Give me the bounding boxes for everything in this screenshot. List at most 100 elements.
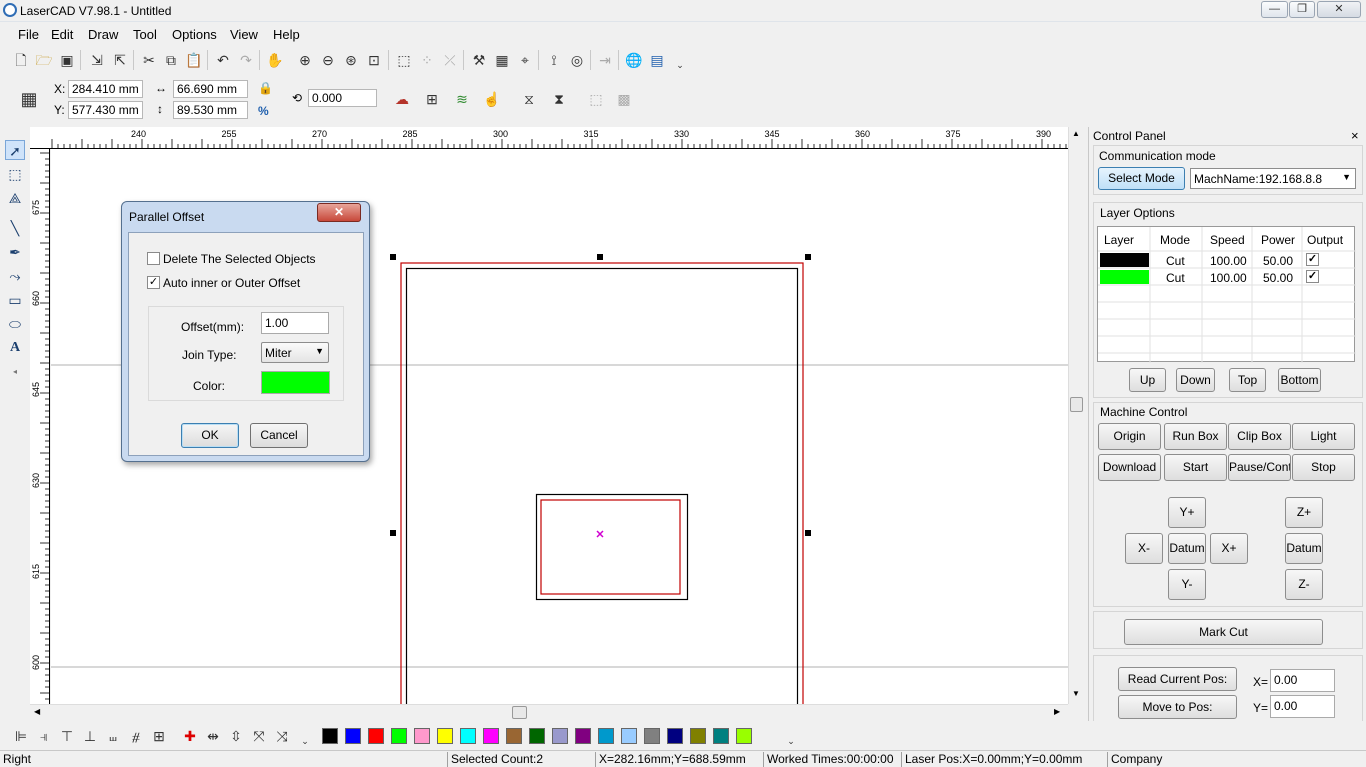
jog-z-minus-button[interactable]: Z- <box>1285 569 1323 600</box>
palette-more-icon[interactable]: ⌄ <box>782 732 800 750</box>
start-button[interactable]: Start <box>1164 454 1227 481</box>
rotate-angle-field[interactable]: 0.000 <box>308 89 377 107</box>
outer-rectangle[interactable] <box>405 267 799 705</box>
redo-icon[interactable]: ↷ <box>237 51 255 69</box>
laser-output-icon[interactable]: ⇥ <box>596 51 614 69</box>
jog-y-minus-button[interactable]: Y- <box>1168 569 1206 600</box>
palette-swatch[interactable] <box>621 728 637 744</box>
offset-input[interactable]: 1.00 <box>261 312 329 334</box>
export-icon[interactable]: ⇱ <box>111 51 129 69</box>
layers-icon[interactable]: ≋ <box>453 90 471 108</box>
layer-up-button[interactable]: Up <box>1129 368 1166 392</box>
align-center-h-icon[interactable]: ⧣ <box>127 727 145 745</box>
offset-color-swatch[interactable] <box>261 371 330 394</box>
distribute-icon[interactable]: ⤨ <box>273 727 291 745</box>
x-pos-input[interactable]: 0.00 <box>1270 669 1335 692</box>
horizontal-scroll-thumb[interactable] <box>512 706 527 719</box>
percent-toggle[interactable]: % <box>258 104 269 118</box>
inner-rectangle[interactable] <box>535 493 689 601</box>
width-field[interactable]: 66.690 mm <box>173 80 248 98</box>
palette-swatch[interactable] <box>690 728 706 744</box>
scroll-right-arrow[interactable]: ▶ <box>1054 707 1060 716</box>
origin-button[interactable]: Origin <box>1098 423 1161 450</box>
pan-hand-icon[interactable]: ✋ <box>266 51 284 69</box>
palette-swatch[interactable] <box>667 728 683 744</box>
stop-button[interactable]: Stop <box>1292 454 1355 481</box>
line-tool-icon[interactable]: ╲ <box>5 218 25 238</box>
palette-swatch[interactable] <box>575 728 591 744</box>
grid-origin-icon[interactable]: ▦ <box>20 90 38 108</box>
inner-offset-rectangle[interactable] <box>540 499 681 595</box>
menu-tool[interactable]: Tool <box>133 27 157 42</box>
palette-swatch[interactable] <box>552 728 568 744</box>
center-page-icon[interactable]: ✚ <box>181 727 199 745</box>
horizontal-scrollbar[interactable]: ◀ ▶ <box>30 704 1068 720</box>
run-box-button[interactable]: Run Box <box>1164 423 1227 450</box>
group-icon[interactable]: ⬚ <box>395 51 413 69</box>
clip-box-button[interactable]: Clip Box <box>1228 423 1291 450</box>
menu-draw[interactable]: Draw <box>88 27 118 42</box>
layer-top-button[interactable]: Top <box>1229 368 1266 392</box>
open-file-icon[interactable]: 🗁 <box>35 51 53 69</box>
selection-handles[interactable] <box>390 254 811 536</box>
palette-swatch[interactable] <box>506 728 522 744</box>
ungroup-icon[interactable]: ⁘ <box>418 51 436 69</box>
same-width-icon[interactable]: ⇹ <box>204 727 222 745</box>
maximize-button[interactable]: ❐ <box>1289 1 1315 18</box>
y-pos-input[interactable]: 0.00 <box>1270 695 1335 718</box>
undo-icon[interactable]: ↶ <box>214 51 232 69</box>
save-icon[interactable]: ▣ <box>58 51 76 69</box>
zoom-out-icon[interactable]: ⊖ <box>319 51 337 69</box>
dialog-close-button[interactable]: ✕ <box>317 203 361 222</box>
new-file-icon[interactable]: 🗋 <box>12 51 30 69</box>
preview-icon[interactable]: ▤ <box>648 51 666 69</box>
panel-close-icon[interactable]: × <box>1351 128 1359 143</box>
zoom-page-icon[interactable]: ⊡ <box>365 51 383 69</box>
table-row[interactable]: Cut 100.00 50.00 ✓ <box>1098 252 1356 268</box>
outer-offset-rectangle[interactable] <box>400 262 804 704</box>
align-top-icon[interactable]: ⊤ <box>58 727 76 745</box>
menu-help[interactable]: Help <box>273 27 300 42</box>
lock-icon[interactable]: 🔒 <box>258 81 273 95</box>
scroll-down-arrow[interactable]: ▼ <box>1072 689 1080 698</box>
layout-grid-icon[interactable]: ⊞ <box>423 90 441 108</box>
move-to-pos-button[interactable]: Move to Pos: <box>1118 695 1237 719</box>
close-window-button[interactable]: ✕ <box>1317 1 1361 18</box>
menu-edit[interactable]: Edit <box>51 27 73 42</box>
paste-icon[interactable]: 📋 <box>185 51 203 69</box>
palette-swatch[interactable] <box>644 728 660 744</box>
hatch-icon[interactable]: ▩ <box>615 90 633 108</box>
tools-more-icon[interactable]: ◂ <box>5 362 25 382</box>
palette-swatch[interactable] <box>483 728 499 744</box>
delete-objects-checkbox[interactable] <box>147 252 160 265</box>
palette-swatch[interactable] <box>391 728 407 744</box>
scroll-left-arrow[interactable]: ◀ <box>34 707 40 716</box>
palette-swatch[interactable] <box>529 728 545 744</box>
vertical-scroll-thumb[interactable] <box>1070 397 1083 412</box>
align-right-icon[interactable]: ⫣ <box>35 727 53 745</box>
import-icon[interactable]: ⇲ <box>88 51 106 69</box>
cut-icon[interactable]: ✂ <box>140 51 158 69</box>
align-more-icon[interactable]: ⌄ <box>296 732 314 750</box>
polyline-tool-icon[interactable]: ⤳ <box>5 266 25 286</box>
xy-datum-button[interactable]: Datum <box>1168 533 1206 564</box>
align-bottom-icon[interactable]: ⊥ <box>81 727 99 745</box>
cloud-icon[interactable]: ☁ <box>393 90 411 108</box>
globe-icon[interactable]: 🌐 <box>625 51 643 69</box>
table-row[interactable]: Cut 100.00 50.00 ✓ <box>1098 269 1356 285</box>
palette-swatch[interactable] <box>736 728 752 744</box>
layer-bottom-button[interactable]: Bottom <box>1278 368 1321 392</box>
ok-button[interactable]: OK <box>181 423 239 448</box>
toolbar-more-icon[interactable]: ⌄ <box>671 56 689 74</box>
copy-icon[interactable]: ⧉ <box>162 51 180 69</box>
layer-down-button[interactable]: Down <box>1176 368 1215 392</box>
jog-x-minus-button[interactable]: X- <box>1125 533 1163 564</box>
menu-file[interactable]: File <box>18 27 39 42</box>
align-center-icon[interactable]: ⊞ <box>150 727 168 745</box>
hand-tool-icon[interactable]: ☝ <box>483 90 501 108</box>
ellipse-tool-icon[interactable]: ⬭ <box>5 314 25 334</box>
menu-view[interactable]: View <box>230 27 258 42</box>
light-button[interactable]: Light <box>1292 423 1355 450</box>
y-position-field[interactable]: 577.430 mm <box>68 101 143 119</box>
cancel-button[interactable]: Cancel <box>250 423 308 448</box>
